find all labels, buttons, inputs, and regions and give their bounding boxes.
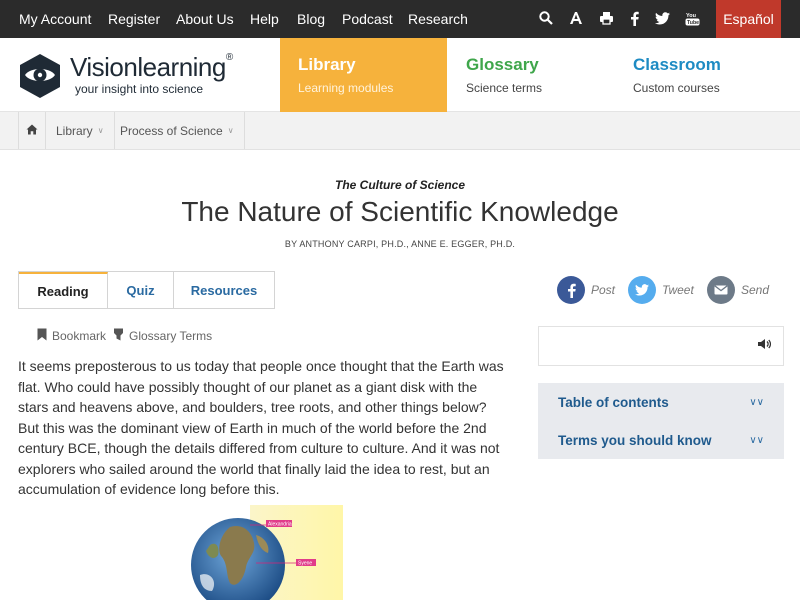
espanol-language-button[interactable]: Español: [716, 0, 781, 38]
table-of-contents-panel[interactable]: Table of contents ∨∨: [538, 383, 784, 421]
twitter-icon[interactable]: [653, 9, 671, 27]
twitter-icon: [628, 276, 656, 304]
byline: BY ANTHONY CARPI, PH.D., ANNE E. EGGER, …: [284, 239, 516, 249]
double-chevron-down-icon: ∨∨: [749, 434, 764, 446]
classroom-module-tab[interactable]: Classroom Custom courses: [615, 38, 800, 112]
breadcrumb-library[interactable]: Library ∨: [46, 112, 115, 149]
svg-text:You: You: [686, 13, 696, 19]
nav-podcast[interactable]: Podcast: [342, 11, 393, 27]
youtube-icon[interactable]: You Tube: [683, 9, 701, 27]
classroom-title: Classroom: [633, 55, 721, 74]
share-email-label: Send: [741, 283, 770, 297]
svg-text:Tube: Tube: [687, 20, 699, 26]
tab-reading[interactable]: Reading: [19, 272, 108, 308]
glossary-title: Glossary: [466, 55, 539, 74]
classroom-subtitle: Custom courses: [633, 81, 720, 95]
nav-about-us[interactable]: About Us: [176, 11, 234, 27]
nav-research[interactable]: Research: [408, 11, 468, 27]
search-icon[interactable]: [537, 9, 555, 27]
article-body: It seems preposterous to us today that p…: [18, 358, 504, 497]
tab-resources[interactable]: Resources: [174, 272, 274, 308]
library-title: Library: [298, 55, 356, 74]
glossary-module-tab[interactable]: Glossary Science terms: [448, 38, 615, 112]
top-navigation-bar: My Account Register About Us Help Blog P…: [0, 0, 800, 38]
share-email-button[interactable]: Send: [707, 276, 769, 304]
breadcrumb: Library ∨ Process of Science ∨: [0, 112, 800, 150]
bookmark-button[interactable]: Bookmark: [37, 328, 106, 344]
glossary-terms-toggle[interactable]: Glossary Terms: [113, 328, 212, 344]
breadcrumb-library-label: Library: [56, 123, 93, 138]
share-facebook-button[interactable]: Post: [557, 276, 615, 304]
nav-register[interactable]: Register: [108, 11, 160, 27]
glossary-terms-label: Glossary Terms: [129, 329, 213, 343]
nav-blog[interactable]: Blog: [297, 11, 325, 27]
figure-label-syene: Syene: [298, 561, 312, 567]
tab-quiz[interactable]: Quiz: [108, 272, 174, 308]
brand-tagline: your insight into science: [75, 82, 204, 96]
font-size-icon[interactable]: [567, 9, 585, 27]
share-twitter-label: Tweet: [662, 283, 694, 297]
facebook-icon: [557, 276, 585, 304]
page-title: The Nature of Scientific Knowledge: [181, 196, 619, 227]
chevron-down-icon: ∨: [227, 126, 234, 135]
series-title[interactable]: The Culture of Science: [0, 178, 800, 192]
table-of-contents-label: Table of contents: [558, 394, 669, 410]
highlighter-icon: [113, 328, 124, 344]
print-icon[interactable]: [597, 9, 615, 27]
double-chevron-down-icon: ∨∨: [749, 396, 764, 408]
breadcrumb-process-of-science[interactable]: Process of Science ∨: [110, 112, 245, 149]
bookmark-icon: [37, 328, 47, 344]
share-twitter-button[interactable]: Tweet: [628, 276, 694, 304]
library-module-tab[interactable]: Library Learning modules: [280, 38, 447, 112]
nav-my-account[interactable]: My Account: [19, 11, 91, 27]
earth-diagram-image[interactable]: Alexandria Syene: [190, 505, 343, 600]
registered-mark: ®: [225, 52, 233, 63]
nav-help[interactable]: Help: [250, 11, 279, 27]
audio-player[interactable]: [538, 326, 784, 366]
bookmark-label: Bookmark: [52, 329, 107, 343]
email-icon: [707, 276, 735, 304]
figure-label-alexandria: Alexandria: [268, 522, 292, 528]
home-icon: [26, 124, 38, 138]
terms-label: Terms you should know: [558, 432, 712, 448]
share-facebook-label: Post: [591, 283, 616, 297]
terms-you-should-know-panel[interactable]: Terms you should know ∨∨: [538, 421, 784, 459]
chevron-down-icon: ∨: [97, 126, 104, 135]
library-subtitle: Learning modules: [298, 81, 394, 95]
speaker-icon[interactable]: [757, 338, 772, 353]
breadcrumb-process-label: Process of Science: [120, 123, 223, 138]
facebook-icon[interactable]: [625, 9, 643, 27]
glossary-subtitle: Science terms: [466, 81, 543, 95]
brand-header: Visionlearning® your insight into scienc…: [0, 38, 800, 112]
brand-name[interactable]: Visionlearning®: [70, 52, 233, 83]
module-tabs: Reading Quiz Resources: [18, 271, 275, 309]
breadcrumb-home[interactable]: [18, 112, 46, 149]
eye-logo-icon[interactable]: [18, 52, 62, 105]
